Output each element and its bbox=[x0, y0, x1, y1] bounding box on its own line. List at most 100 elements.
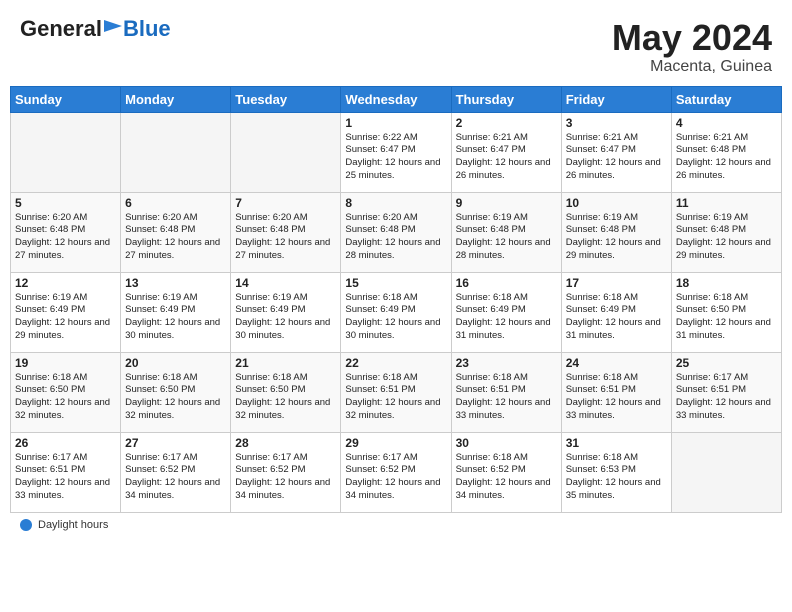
week-row-2: 5 Sunrise: 6:20 AMSunset: 6:48 PMDaylight… bbox=[11, 192, 782, 272]
day-number: 12 bbox=[15, 276, 116, 290]
day-number: 13 bbox=[125, 276, 226, 290]
day-info: Sunrise: 6:18 AMSunset: 6:53 PMDaylight:… bbox=[566, 452, 667, 503]
day-info: Sunrise: 6:18 AMSunset: 6:50 PMDaylight:… bbox=[676, 292, 777, 343]
day-info: Sunrise: 6:18 AMSunset: 6:50 PMDaylight:… bbox=[15, 372, 116, 423]
day-cell-18: 18 Sunrise: 6:18 AMSunset: 6:50 PMDayligh… bbox=[671, 272, 781, 352]
day-cell-12: 12 Sunrise: 6:19 AMSunset: 6:49 PMDayligh… bbox=[11, 272, 121, 352]
day-number: 21 bbox=[235, 356, 336, 370]
day-number: 24 bbox=[566, 356, 667, 370]
day-number: 9 bbox=[456, 196, 557, 210]
day-cell-6: 6 Sunrise: 6:20 AMSunset: 6:48 PMDaylight… bbox=[121, 192, 231, 272]
day-info: Sunrise: 6:18 AMSunset: 6:51 PMDaylight:… bbox=[345, 372, 446, 423]
footer-dot-icon bbox=[20, 519, 32, 531]
logo: General Blue bbox=[20, 18, 171, 40]
day-number: 8 bbox=[345, 196, 446, 210]
day-info: Sunrise: 6:18 AMSunset: 6:49 PMDaylight:… bbox=[456, 292, 557, 343]
day-info: Sunrise: 6:19 AMSunset: 6:49 PMDaylight:… bbox=[125, 292, 226, 343]
day-cell-28: 28Sunrise: 6:17 AMSunset: 6:52 PMDayligh… bbox=[231, 432, 341, 512]
day-info: Sunrise: 6:19 AMSunset: 6:49 PMDaylight:… bbox=[15, 292, 116, 343]
empty-cell bbox=[231, 112, 341, 192]
day-cell-30: 30Sunrise: 6:18 AMSunset: 6:52 PMDayligh… bbox=[451, 432, 561, 512]
day-cell-24: 24 Sunrise: 6:18 AMSunset: 6:51 PMDayligh… bbox=[561, 352, 671, 432]
calendar-table: SundayMondayTuesdayWednesdayThursdayFrid… bbox=[10, 86, 782, 513]
col-header-tuesday: Tuesday bbox=[231, 86, 341, 112]
day-cell-13: 13 Sunrise: 6:19 AMSunset: 6:49 PMDayligh… bbox=[121, 272, 231, 352]
day-number: 5 bbox=[15, 196, 116, 210]
day-info: Sunrise: 6:17 AMSunset: 6:52 PMDaylight:… bbox=[345, 452, 446, 503]
day-number: 22 bbox=[345, 356, 446, 370]
day-cell-22: 22 Sunrise: 6:18 AMSunset: 6:51 PMDayligh… bbox=[341, 352, 451, 432]
day-cell-9: 9 Sunrise: 6:19 AMSunset: 6:48 PMDaylight… bbox=[451, 192, 561, 272]
day-info: Sunrise: 6:19 AMSunset: 6:48 PMDaylight:… bbox=[566, 212, 667, 263]
logo-blue-text: Blue bbox=[123, 18, 171, 40]
day-number: 15 bbox=[345, 276, 446, 290]
day-info: Sunrise: 6:18 AMSunset: 6:50 PMDaylight:… bbox=[125, 372, 226, 423]
day-cell-27: 27 Sunrise: 6:17 AMSunset: 6:52 PMDayligh… bbox=[121, 432, 231, 512]
day-info: Sunrise: 6:18 AMSunset: 6:49 PMDaylight:… bbox=[566, 292, 667, 343]
day-info: Sunrise: 6:17 AMSunset: 6:51 PMDaylight:… bbox=[676, 372, 777, 423]
empty-cell bbox=[671, 432, 781, 512]
day-cell-15: 15 Sunrise: 6:18 AMSunset: 6:49 PMDayligh… bbox=[341, 272, 451, 352]
day-info: Sunrise: 6:20 AMSunset: 6:48 PMDaylight:… bbox=[15, 212, 116, 263]
day-info: Sunrise: 6:21 AMSunset: 6:48 PMDaylight:… bbox=[676, 132, 777, 183]
day-cell-19: 19Sunrise: 6:18 AMSunset: 6:50 PMDayligh… bbox=[11, 352, 121, 432]
day-number: 6 bbox=[125, 196, 226, 210]
day-number: 27 bbox=[125, 436, 226, 450]
header: General Blue May 2024 Macenta, Guinea bbox=[10, 10, 782, 82]
day-number: 23 bbox=[456, 356, 557, 370]
day-cell-16: 16 Sunrise: 6:18 AMSunset: 6:49 PMDayligh… bbox=[451, 272, 561, 352]
day-cell-2: 2Sunrise: 6:21 AMSunset: 6:47 PMDaylight… bbox=[451, 112, 561, 192]
logo-flag-icon bbox=[104, 20, 122, 38]
day-cell-1: 1Sunrise: 6:22 AMSunset: 6:47 PMDaylight… bbox=[341, 112, 451, 192]
logo-general-text: General bbox=[20, 18, 102, 40]
day-cell-14: 14 Sunrise: 6:19 AMSunset: 6:49 PMDayligh… bbox=[231, 272, 341, 352]
day-number: 14 bbox=[235, 276, 336, 290]
footer: Daylight hours bbox=[10, 513, 782, 533]
col-header-monday: Monday bbox=[121, 86, 231, 112]
day-number: 29 bbox=[345, 436, 446, 450]
day-info: Sunrise: 6:20 AMSunset: 6:48 PMDaylight:… bbox=[345, 212, 446, 263]
day-number: 20 bbox=[125, 356, 226, 370]
empty-cell bbox=[11, 112, 121, 192]
day-info: Sunrise: 6:18 AMSunset: 6:49 PMDaylight:… bbox=[345, 292, 446, 343]
day-number: 10 bbox=[566, 196, 667, 210]
location: Macenta, Guinea bbox=[612, 58, 772, 76]
col-header-thursday: Thursday bbox=[451, 86, 561, 112]
empty-cell bbox=[121, 112, 231, 192]
week-row-4: 19Sunrise: 6:18 AMSunset: 6:50 PMDayligh… bbox=[11, 352, 782, 432]
day-cell-7: 7 Sunrise: 6:20 AMSunset: 6:48 PMDaylight… bbox=[231, 192, 341, 272]
week-row-3: 12 Sunrise: 6:19 AMSunset: 6:49 PMDayligh… bbox=[11, 272, 782, 352]
day-cell-20: 20 Sunrise: 6:18 AMSunset: 6:50 PMDayligh… bbox=[121, 352, 231, 432]
day-info: Sunrise: 6:19 AMSunset: 6:48 PMDaylight:… bbox=[456, 212, 557, 263]
day-cell-26: 26Sunrise: 6:17 AMSunset: 6:51 PMDayligh… bbox=[11, 432, 121, 512]
day-cell-29: 29 Sunrise: 6:17 AMSunset: 6:52 PMDayligh… bbox=[341, 432, 451, 512]
day-info: Sunrise: 6:20 AMSunset: 6:48 PMDaylight:… bbox=[125, 212, 226, 263]
day-number: 26 bbox=[15, 436, 116, 450]
day-cell-4: 4 Sunrise: 6:21 AMSunset: 6:48 PMDaylight… bbox=[671, 112, 781, 192]
day-cell-17: 17Sunrise: 6:18 AMSunset: 6:49 PMDayligh… bbox=[561, 272, 671, 352]
day-number: 2 bbox=[456, 116, 557, 130]
day-info: Sunrise: 6:18 AMSunset: 6:51 PMDaylight:… bbox=[456, 372, 557, 423]
calendar-header-row: SundayMondayTuesdayWednesdayThursdayFrid… bbox=[11, 86, 782, 112]
day-number: 28 bbox=[235, 436, 336, 450]
page: General Blue May 2024 Macenta, Guinea Su… bbox=[0, 0, 792, 612]
day-info: Sunrise: 6:20 AMSunset: 6:48 PMDaylight:… bbox=[235, 212, 336, 263]
day-cell-11: 11Sunrise: 6:19 AMSunset: 6:48 PMDayligh… bbox=[671, 192, 781, 272]
title-block: May 2024 Macenta, Guinea bbox=[612, 18, 772, 76]
day-number: 25 bbox=[676, 356, 777, 370]
day-number: 16 bbox=[456, 276, 557, 290]
day-cell-23: 23 Sunrise: 6:18 AMSunset: 6:51 PMDayligh… bbox=[451, 352, 561, 432]
day-info: Sunrise: 6:19 AMSunset: 6:49 PMDaylight:… bbox=[235, 292, 336, 343]
day-number: 7 bbox=[235, 196, 336, 210]
day-cell-21: 21 Sunrise: 6:18 AMSunset: 6:50 PMDayligh… bbox=[231, 352, 341, 432]
col-header-sunday: Sunday bbox=[11, 86, 121, 112]
day-number: 31 bbox=[566, 436, 667, 450]
day-info: Sunrise: 6:18 AMSunset: 6:50 PMDaylight:… bbox=[235, 372, 336, 423]
day-info: Sunrise: 6:18 AMSunset: 6:51 PMDaylight:… bbox=[566, 372, 667, 423]
day-info: Sunrise: 6:17 AMSunset: 6:52 PMDaylight:… bbox=[125, 452, 226, 503]
day-number: 18 bbox=[676, 276, 777, 290]
day-number: 4 bbox=[676, 116, 777, 130]
day-number: 11 bbox=[676, 196, 777, 210]
day-cell-5: 5 Sunrise: 6:20 AMSunset: 6:48 PMDaylight… bbox=[11, 192, 121, 272]
day-number: 30 bbox=[456, 436, 557, 450]
